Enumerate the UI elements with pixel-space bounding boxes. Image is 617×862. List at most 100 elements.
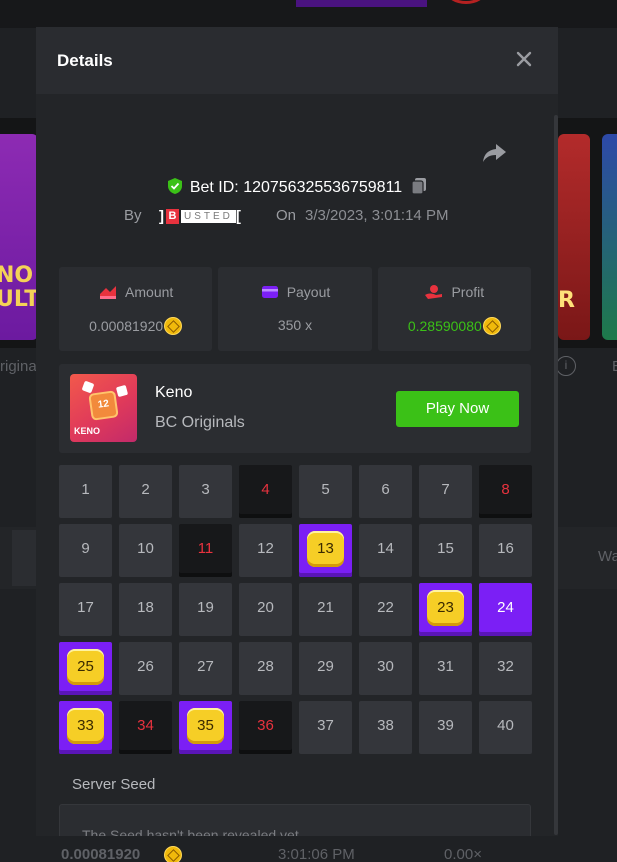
keno-cell-number: 5 bbox=[321, 481, 330, 498]
close-button[interactable] bbox=[514, 49, 534, 69]
keno-cell-number: 25 bbox=[77, 658, 94, 675]
keno-cell: 4 bbox=[239, 465, 292, 518]
keno-cell-number: 30 bbox=[377, 658, 394, 675]
keno-cell: 7 bbox=[419, 465, 472, 518]
keno-cell: 8 bbox=[479, 465, 532, 518]
game-card-left-text: NO ULT bbox=[0, 263, 38, 312]
server-seed-value: The Seed hasn't been revealed yet bbox=[82, 827, 299, 836]
username-link[interactable]: ] B USTED [ bbox=[159, 207, 241, 225]
keno-cell: 28 bbox=[239, 642, 292, 695]
keno-cell-number: 1 bbox=[81, 481, 90, 498]
keno-cell: 27 bbox=[179, 642, 232, 695]
keno-cell-number: 13 bbox=[317, 540, 334, 557]
keno-thumbnail[interactable]: 12 KENO bbox=[70, 374, 137, 442]
keno-cell-number: 37 bbox=[317, 717, 334, 734]
keno-cell-number: 34 bbox=[137, 717, 154, 734]
keno-cell-number: 20 bbox=[257, 599, 274, 616]
by-label: By bbox=[124, 207, 142, 224]
keno-cell-number: 24 bbox=[497, 599, 514, 616]
dice-icon bbox=[81, 380, 95, 394]
game-card-left: NO ULT bbox=[0, 134, 38, 340]
keno-cell: 9 bbox=[59, 524, 112, 577]
keno-tile-icon: 12 bbox=[88, 390, 119, 421]
gem-icon: 35 bbox=[187, 708, 224, 744]
bet-row-multiplier: 0.00× bbox=[444, 846, 482, 862]
shield-check-icon bbox=[167, 178, 182, 194]
keno-cell-number: 28 bbox=[257, 658, 274, 675]
keno-cell: 40 bbox=[479, 701, 532, 754]
bet-stats: Amount 0.00081920 Payout 350 x Profit 0.… bbox=[59, 267, 531, 351]
keno-cell-number: 32 bbox=[497, 658, 514, 675]
share-icon bbox=[483, 144, 506, 162]
keno-cell-number: 19 bbox=[197, 599, 214, 616]
keno-cell-number: 3 bbox=[201, 481, 210, 498]
dice-icon bbox=[115, 384, 129, 398]
play-now-button[interactable]: Play Now bbox=[396, 391, 519, 427]
bet-details-modal: Details Bet ID: 120756325536759811 By ] … bbox=[36, 27, 558, 836]
keno-cell: 19 bbox=[179, 583, 232, 636]
keno-cell: 23 bbox=[419, 583, 472, 636]
keno-cell: 21 bbox=[299, 583, 352, 636]
bet-date: 3/3/2023, 3:01:14 PM bbox=[305, 207, 449, 224]
gem-icon: 33 bbox=[67, 708, 104, 744]
keno-cell: 3 bbox=[179, 465, 232, 518]
keno-cell-number: 33 bbox=[77, 717, 94, 734]
keno-cell-number: 14 bbox=[377, 540, 394, 557]
keno-cell: 31 bbox=[419, 642, 472, 695]
stat-amount-label: Amount bbox=[125, 284, 174, 300]
game-provider: BC Originals bbox=[155, 414, 245, 431]
profit-hand-icon bbox=[425, 285, 443, 299]
coin-icon bbox=[482, 317, 501, 335]
keno-cell: 22 bbox=[359, 583, 412, 636]
game-card-right-text: R bbox=[558, 288, 575, 313]
keno-cell-number: 11 bbox=[197, 540, 214, 557]
game-name: Keno bbox=[155, 384, 193, 401]
username-rest: USTED bbox=[181, 209, 236, 223]
keno-cell-number: 21 bbox=[317, 599, 334, 616]
keno-cell-number: 39 bbox=[437, 717, 454, 734]
carousel-label-right: B bbox=[612, 358, 617, 375]
keno-cell: 25 bbox=[59, 642, 112, 695]
keno-cell: 35 bbox=[179, 701, 232, 754]
copy-icon[interactable] bbox=[410, 177, 428, 195]
coin-icon bbox=[164, 317, 183, 335]
keno-cell-number: 6 bbox=[381, 481, 390, 498]
keno-cell: 20 bbox=[239, 583, 292, 636]
scrollbar[interactable] bbox=[554, 115, 558, 835]
keno-cell: 36 bbox=[239, 701, 292, 754]
keno-cell: 14 bbox=[359, 524, 412, 577]
keno-cell: 29 bbox=[299, 642, 352, 695]
keno-cell: 26 bbox=[119, 642, 172, 695]
keno-cell: 38 bbox=[359, 701, 412, 754]
carousel-label-left: rigina bbox=[0, 358, 37, 375]
keno-cell-number: 7 bbox=[441, 481, 450, 498]
keno-cell-number: 18 bbox=[137, 599, 154, 616]
keno-cell-number: 27 bbox=[197, 658, 214, 675]
bet-id-line: Bet ID: 120756325536759811 bbox=[36, 177, 558, 197]
keno-cell-number: 23 bbox=[437, 599, 454, 616]
stat-amount-value: 0.00081920 bbox=[89, 318, 164, 334]
server-seed-field[interactable]: The Seed hasn't been revealed yet bbox=[59, 804, 531, 836]
keno-cell: 16 bbox=[479, 524, 532, 577]
background-bet-row: 0.00081920 3:01:06 PM 0.00× bbox=[0, 836, 617, 862]
keno-cell: 24 bbox=[479, 583, 532, 636]
keno-cell-number: 9 bbox=[81, 540, 90, 557]
stat-profit-label: Profit bbox=[451, 284, 485, 300]
keno-cell-number: 16 bbox=[497, 540, 514, 557]
top-bar-purple-button bbox=[296, 0, 427, 7]
game-card: 12 KENO Keno BC Originals Play Now bbox=[59, 364, 531, 453]
close-icon bbox=[516, 51, 532, 67]
keno-cell: 37 bbox=[299, 701, 352, 754]
gem-icon: 23 bbox=[427, 590, 464, 626]
server-seed-label: Server Seed bbox=[72, 776, 156, 793]
keno-cell: 32 bbox=[479, 642, 532, 695]
keno-cell: 12 bbox=[239, 524, 292, 577]
share-button[interactable] bbox=[482, 142, 508, 164]
bet-id-value: 120756325536759811 bbox=[243, 179, 403, 196]
stat-amount: Amount 0.00081920 bbox=[59, 267, 213, 351]
stat-payout: Payout 350 x bbox=[218, 267, 372, 351]
username-bracket-right: [ bbox=[235, 207, 241, 225]
keno-cell-number: 31 bbox=[437, 658, 454, 675]
keno-cell: 30 bbox=[359, 642, 412, 695]
keno-cell: 17 bbox=[59, 583, 112, 636]
